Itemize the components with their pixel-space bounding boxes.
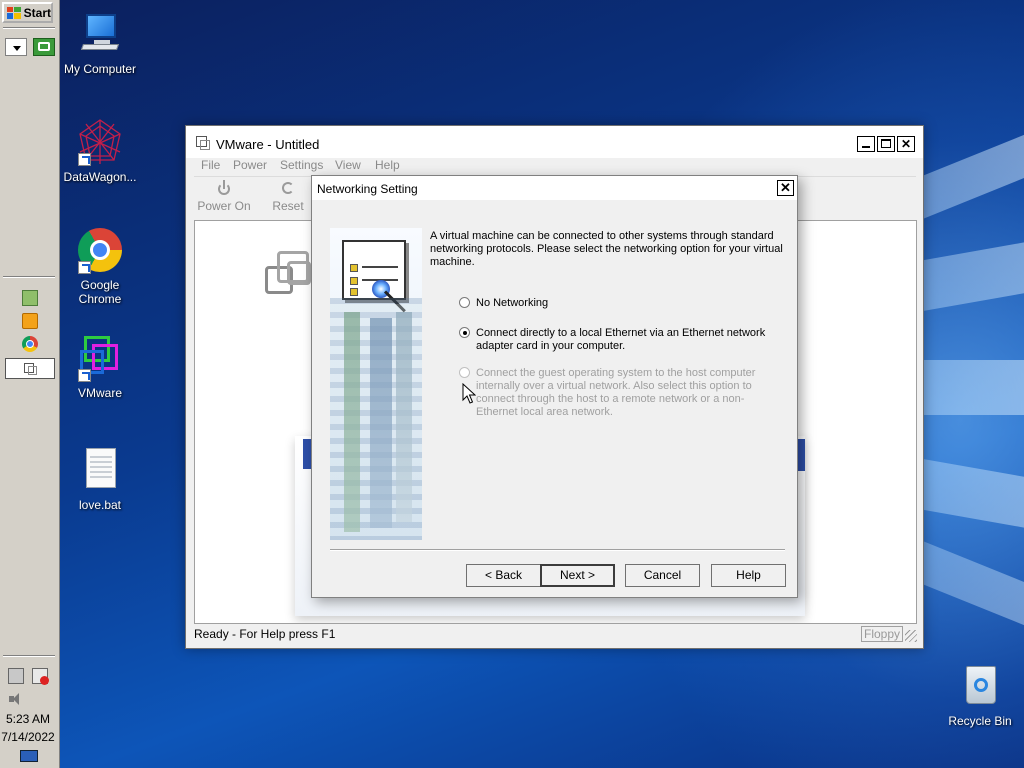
- reset-label: Reset: [272, 199, 304, 213]
- desktop-icon-label: VMware: [77, 386, 122, 400]
- dialog-close-button[interactable]: ✕: [777, 180, 794, 196]
- power-on-button[interactable]: Power On: [194, 179, 254, 213]
- wizard-banner-image: [330, 228, 422, 540]
- status-bar: Ready - For Help press F1 Floppy: [194, 626, 917, 644]
- menu-settings[interactable]: Settings: [280, 158, 323, 172]
- radio-bridged-ethernet[interactable]: [459, 327, 470, 338]
- close-icon: ✕: [780, 180, 791, 195]
- radio-host-only-network: [459, 367, 470, 378]
- menu-help[interactable]: Help: [375, 158, 400, 172]
- power-on-label: Power On: [197, 199, 251, 213]
- recycle-bin-icon: [956, 662, 1004, 710]
- taskbar-divider: [3, 276, 55, 278]
- network-disconnected-icon[interactable]: [32, 668, 49, 685]
- mouse-cursor-icon: [462, 383, 476, 404]
- networking-setting-dialog: Networking Setting ✕ A virtual machine c…: [311, 175, 798, 598]
- option-label: No Networking: [476, 297, 549, 309]
- taskbar-vmware-button[interactable]: [5, 358, 55, 379]
- volume-icon[interactable]: [8, 691, 24, 707]
- vmware-titlebar[interactable]: VMware - Untitled ✕: [186, 126, 923, 158]
- menu-file[interactable]: File: [201, 158, 220, 172]
- reset-button[interactable]: Reset: [258, 179, 318, 213]
- show-desktop-icon[interactable]: [33, 38, 55, 56]
- dialog-title: Networking Setting: [317, 182, 418, 196]
- option-bridged-ethernet[interactable]: Connect directly to a local Ethernet via…: [459, 327, 776, 353]
- radio-no-networking[interactable]: [459, 297, 470, 308]
- start-label: Start: [23, 5, 51, 20]
- desktop-icon-recycle-bin[interactable]: Recycle Bin: [938, 662, 1022, 728]
- desktop-icon-label: My Computer: [63, 62, 137, 76]
- dialog-titlebar[interactable]: Networking Setting ✕: [312, 176, 797, 200]
- minimize-button[interactable]: [857, 136, 875, 152]
- vmware-icon: [76, 334, 124, 382]
- desktop-icon-label: Google Chrome: [78, 278, 122, 306]
- computer-icon: [76, 10, 124, 58]
- explorer-icon[interactable]: [22, 290, 38, 306]
- maximize-button[interactable]: [877, 136, 895, 152]
- close-button[interactable]: ✕: [897, 136, 915, 152]
- reset-icon: [279, 179, 297, 197]
- window-title: VMware - Untitled: [216, 137, 320, 152]
- option-label: Connect the guest operating system to th…: [476, 367, 756, 418]
- menu-power[interactable]: Power: [233, 158, 267, 172]
- minimize-icon: [862, 146, 870, 148]
- quick-launch-dropdown[interactable]: [5, 38, 27, 56]
- start-button[interactable]: Start: [2, 2, 53, 23]
- desktop-icon-label: love.bat: [78, 498, 122, 512]
- datawagon-icon: [76, 118, 124, 166]
- menu-view[interactable]: View: [335, 158, 361, 172]
- taskbar-divider: [3, 27, 55, 29]
- batch-file-icon: [76, 446, 124, 494]
- network-tray-icon[interactable]: [8, 668, 24, 684]
- taskbar-divider: [3, 655, 55, 657]
- clock-time[interactable]: 5:23 AM: [0, 712, 56, 726]
- desktop-icon-label: DataWagon...: [63, 170, 137, 184]
- maximize-icon: [881, 139, 891, 148]
- clock-date[interactable]: 7/14/2022: [0, 730, 56, 744]
- option-label: Connect directly to a local Ethernet via…: [476, 327, 766, 352]
- desktop-icon-my-computer[interactable]: My Computer: [58, 10, 142, 76]
- floppy-indicator[interactable]: Floppy: [861, 626, 903, 642]
- media-player-icon[interactable]: [22, 313, 38, 329]
- status-text: Ready - For Help press F1: [194, 627, 336, 641]
- taskbar: Start 5:23 AM 7/14/2022: [0, 0, 60, 768]
- back-button[interactable]: < Back: [466, 564, 541, 587]
- desktop-icon-love-bat[interactable]: love.bat: [58, 446, 142, 512]
- help-button[interactable]: Help: [711, 564, 786, 587]
- next-button[interactable]: Next >: [540, 564, 615, 587]
- power-icon: [215, 179, 233, 197]
- language-bar-icon[interactable]: [20, 750, 38, 762]
- dialog-description: A virtual machine can be connected to ot…: [430, 230, 783, 268]
- resize-grip-icon: [905, 630, 917, 642]
- option-no-networking[interactable]: No Networking: [459, 297, 776, 310]
- cancel-button[interactable]: Cancel: [625, 564, 700, 587]
- chrome-icon: [76, 226, 124, 274]
- desktop-icon-google-chrome[interactable]: Google Chrome: [58, 226, 142, 306]
- desktop-icon-datawagon[interactable]: DataWagon...: [58, 118, 142, 184]
- menu-bar: File Power Settings View Help: [186, 158, 923, 176]
- desktop-icon-vmware[interactable]: VMware: [58, 334, 142, 400]
- dialog-divider: [330, 549, 785, 551]
- windows-logo-icon: [7, 6, 21, 19]
- chevron-down-icon: [13, 46, 21, 51]
- option-host-only-network: Connect the guest operating system to th…: [459, 367, 776, 419]
- chrome-taskbar-icon[interactable]: [22, 336, 38, 352]
- desktop-icon-label: Recycle Bin: [948, 714, 1012, 728]
- close-icon: ✕: [900, 137, 912, 151]
